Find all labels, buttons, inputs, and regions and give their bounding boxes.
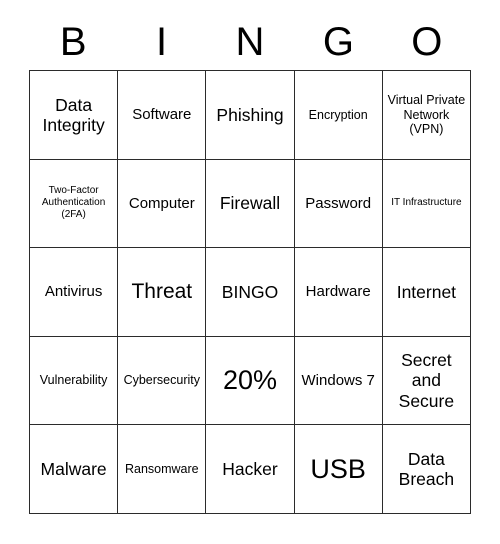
bingo-cell-label: Hacker xyxy=(222,459,278,480)
bingo-cell-label: Hardware xyxy=(305,283,371,301)
bingo-cell[interactable]: Antivirus xyxy=(30,248,119,337)
bingo-cell[interactable]: Firewall xyxy=(206,159,295,249)
bingo-cell[interactable]: Virtual Private Network (VPN) xyxy=(382,71,471,160)
bingo-cell-label: Cybersecurity xyxy=(123,373,200,388)
bingo-cell[interactable]: Vulnerability xyxy=(30,336,119,426)
bingo-cell[interactable]: Threat xyxy=(118,248,207,337)
bingo-cell[interactable]: Two-Factor Authentication (2FA) xyxy=(30,159,119,249)
bingo-cell[interactable]: Windows 7 xyxy=(294,336,383,426)
bingo-cell-label: Phishing xyxy=(216,104,284,125)
bingo-cell[interactable]: 20% xyxy=(206,336,295,426)
bingo-cell-label: Windows 7 xyxy=(301,371,375,389)
bingo-cell[interactable]: Ransomware xyxy=(118,425,207,514)
bingo-cell-label: Secret and Secure xyxy=(398,350,455,411)
bingo-cell-label: Ransomware xyxy=(124,461,199,476)
bingo-header: B I N G O xyxy=(29,14,471,70)
bingo-cell[interactable]: Hacker xyxy=(206,425,295,514)
bingo-cell-label: Computer xyxy=(128,194,195,212)
bingo-cell[interactable]: Phishing xyxy=(206,71,295,160)
bingo-cell-label: BINGO xyxy=(221,281,279,302)
header-letter-b: B xyxy=(59,20,87,64)
bingo-cell[interactable]: Hardware xyxy=(294,248,383,337)
bingo-cell-label: Threat xyxy=(131,279,193,303)
bingo-cell[interactable]: Data Integrity xyxy=(30,71,119,160)
bingo-cell-label: Malware xyxy=(40,459,107,480)
bingo-cell[interactable]: Computer xyxy=(118,159,207,249)
bingo-cell-label: IT Infrastructure xyxy=(391,197,462,209)
bingo-card: B I N G O Data Integrity Software Phishi… xyxy=(0,0,500,544)
bingo-cell[interactable]: Malware xyxy=(30,425,119,514)
header-letter-g: G xyxy=(322,20,354,64)
bingo-cell-label: Internet xyxy=(396,281,457,302)
bingo-cell[interactable]: Encryption xyxy=(294,71,383,160)
bingo-cell[interactable]: Internet xyxy=(382,248,471,337)
bingo-cell[interactable]: Cybersecurity xyxy=(118,336,207,426)
bingo-cell[interactable]: Password xyxy=(294,159,383,249)
header-letter-i: I xyxy=(156,20,168,64)
bingo-cell-label: 20% xyxy=(222,364,278,395)
bingo-grid: Data Integrity Software Phishing Encrypt… xyxy=(29,70,471,514)
bingo-cell-label: USB xyxy=(310,453,366,484)
bingo-cell-label: Virtual Private Network (VPN) xyxy=(387,93,466,137)
bingo-cell-label: Antivirus xyxy=(44,283,103,301)
bingo-cell-label: Two-Factor Authentication (2FA) xyxy=(41,185,106,221)
bingo-cell[interactable]: Secret and Secure xyxy=(382,336,471,426)
bingo-cell[interactable]: IT Infrastructure xyxy=(382,159,471,249)
bingo-cell-label: Firewall xyxy=(219,193,281,214)
bingo-cell[interactable]: USB xyxy=(294,425,383,514)
header-letter-o: O xyxy=(411,20,443,64)
bingo-cell[interactable]: Software xyxy=(118,71,207,160)
bingo-cell-label: Data Integrity xyxy=(42,94,105,135)
bingo-cell-label: Vulnerability xyxy=(39,373,108,388)
bingo-cell-label: Data Breach xyxy=(398,448,455,490)
bingo-cell[interactable]: Data Breach xyxy=(382,425,471,514)
bingo-cell-label: Password xyxy=(305,194,372,212)
bingo-cell-label: Software xyxy=(132,106,192,124)
bingo-cell-label: Encryption xyxy=(308,107,368,122)
bingo-cell-free-space[interactable]: BINGO xyxy=(206,248,295,337)
header-letter-n: N xyxy=(235,20,265,64)
